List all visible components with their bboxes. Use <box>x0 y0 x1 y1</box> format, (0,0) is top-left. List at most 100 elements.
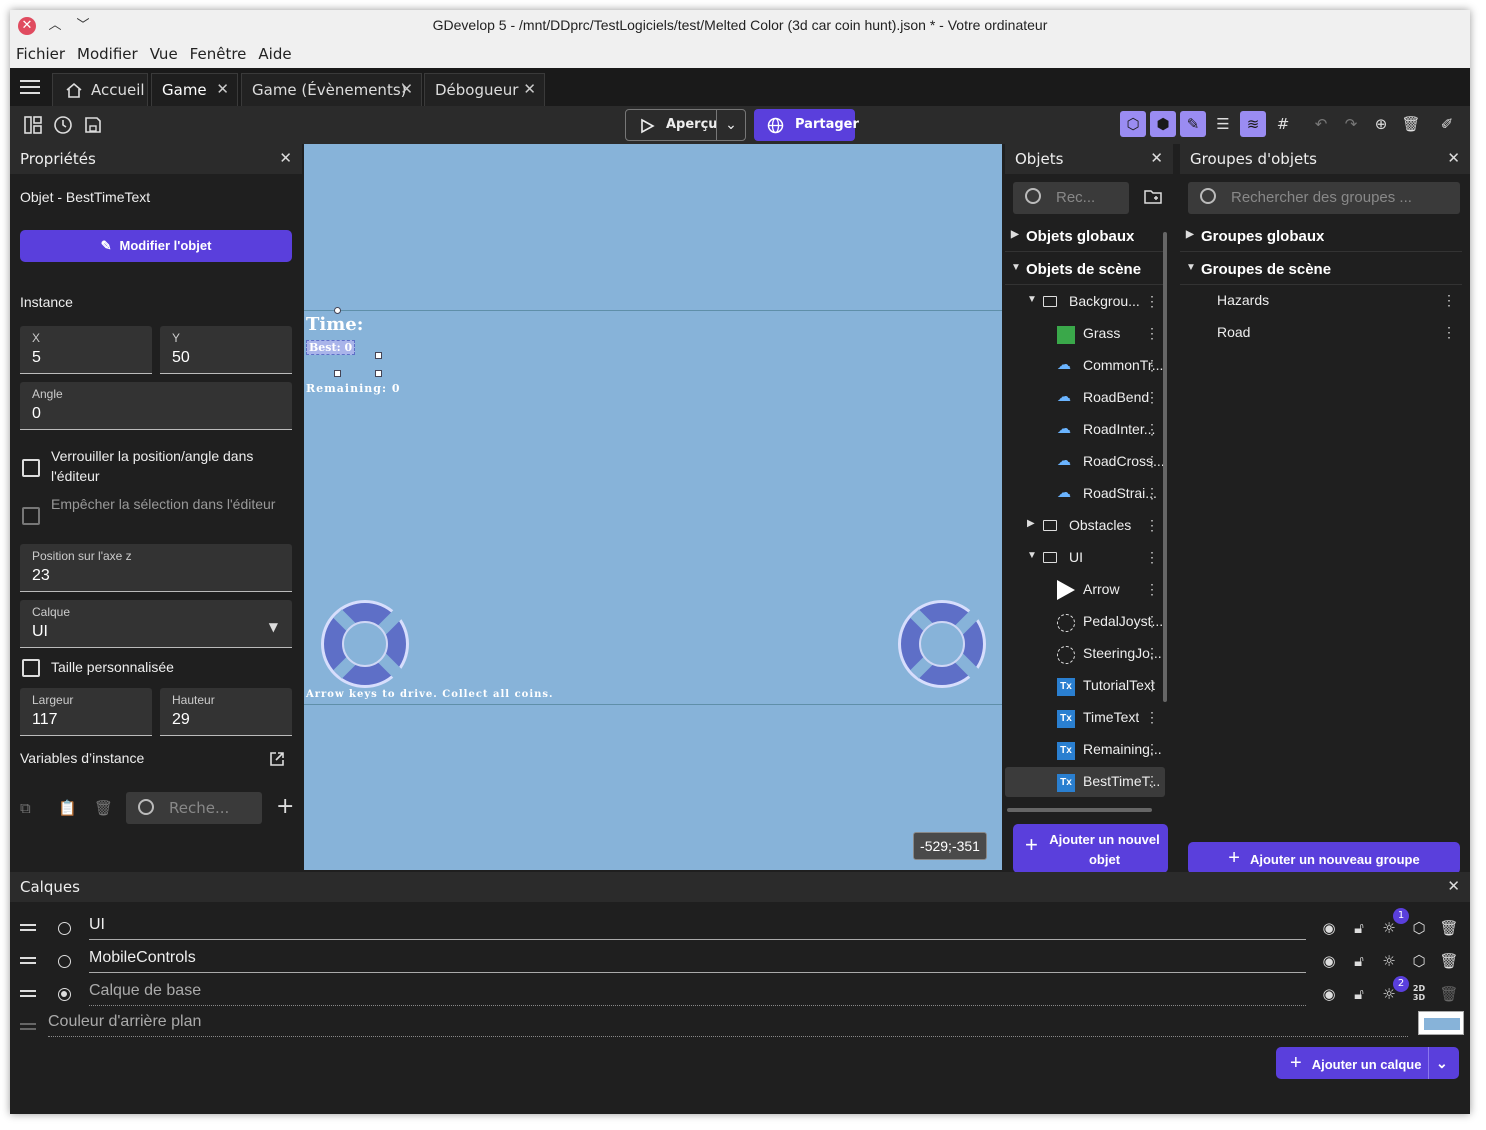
object-item[interactable]: ▼ Backgrou... ⋮ <box>1005 287 1165 317</box>
more-options-icon[interactable]: ⋮ <box>1145 485 1159 502</box>
lock-icon[interactable]: 🔓︎ <box>1349 984 1369 1004</box>
open-external-icon[interactable] <box>268 750 286 768</box>
steering-joystick[interactable] <box>898 600 986 688</box>
resize-handle[interactable] <box>375 352 382 359</box>
more-options-icon[interactable]: ⋮ <box>1145 581 1159 598</box>
edit-object-button[interactable]: ✎ Modifier l'objet <box>20 230 292 262</box>
3d-cube-icon[interactable]: ⬡ <box>1409 918 1429 938</box>
lock-position-checkbox[interactable] <box>22 459 40 477</box>
more-options-icon[interactable]: ⋮ <box>1145 293 1159 310</box>
expand-arrow-icon[interactable]: ▼ <box>1027 550 1037 561</box>
more-options-icon[interactable]: ⋮ <box>1145 517 1159 534</box>
redo-icon[interactable]: ↷ <box>1338 111 1364 137</box>
more-options-icon[interactable]: ⋮ <box>1145 709 1159 726</box>
close-panel-icon[interactable]: ✕ <box>279 149 292 167</box>
time-text[interactable]: Time: <box>306 314 363 335</box>
group-search-input[interactable]: Rechercher des groupes ... <box>1188 182 1460 214</box>
grid-icon[interactable]: # <box>1270 111 1296 137</box>
drag-handle-icon[interactable] <box>20 990 36 1000</box>
menu-window[interactable]: Fenêtre <box>184 42 253 63</box>
object-item[interactable]: ☁ RoadCross... ⋮ <box>1005 447 1165 477</box>
scene-properties-icon[interactable]: ✐ <box>1434 111 1460 137</box>
angle-value[interactable]: 0 <box>32 405 41 423</box>
tab-debugger[interactable]: Débogueur ✕ <box>424 73 545 106</box>
objects-scrollbar[interactable] <box>1163 232 1167 702</box>
more-options-icon[interactable]: ⋮ <box>1145 389 1159 406</box>
width-field[interactable]: Largeur 117 <box>20 688 152 736</box>
best-time-text[interactable]: Best: 0 <box>306 340 356 355</box>
close-panel-icon[interactable]: ✕ <box>1447 877 1460 895</box>
menu-edit[interactable]: Modifier <box>71 42 144 63</box>
more-options-icon[interactable]: ⋮ <box>1145 741 1159 758</box>
add-layer-button[interactable]: + Ajouter un calque ⌄ <box>1276 1047 1459 1079</box>
tab-game[interactable]: Game ✕ <box>151 73 238 106</box>
layer-select[interactable]: Calque UI ▼ <box>20 600 292 648</box>
delete-variable-icon[interactable]: 🗑 <box>94 799 113 817</box>
menu-view[interactable]: Vue <box>144 42 184 63</box>
y-field[interactable]: Y 50 <box>160 326 292 374</box>
more-options-icon[interactable]: ⋮ <box>1442 324 1456 341</box>
object-item[interactable]: ▼ UI ⋮ <box>1005 543 1165 573</box>
visibility-eye-icon[interactable]: ◉ <box>1319 918 1339 938</box>
close-tab-icon[interactable]: ✕ <box>523 80 536 98</box>
x-value[interactable]: 5 <box>32 349 41 367</box>
save-icon[interactable] <box>82 114 104 136</box>
z-value[interactable]: 23 <box>32 567 50 585</box>
more-options-icon[interactable]: ⋮ <box>1145 421 1159 438</box>
delete-layer-icon[interactable]: 🗑 <box>1439 918 1459 938</box>
object-item[interactable]: Arrow ⋮ <box>1005 575 1165 605</box>
lock-icon[interactable]: 🔓︎ <box>1349 951 1369 971</box>
more-options-icon[interactable]: ⋮ <box>1145 325 1159 342</box>
z-order-field[interactable]: Position sur l'axe z 23 <box>20 544 292 592</box>
prevent-selection-checkbox[interactable] <box>22 507 40 525</box>
share-button[interactable]: Partager <box>754 109 859 141</box>
menu-hamburger-icon[interactable] <box>20 80 40 96</box>
more-options-icon[interactable]: ⋮ <box>1145 613 1159 630</box>
more-options-icon[interactable]: ⋮ <box>1145 773 1159 790</box>
menu-file[interactable]: Fichier <box>10 42 71 63</box>
resize-handle[interactable] <box>375 370 382 377</box>
more-options-icon[interactable]: ⋮ <box>1145 645 1159 662</box>
more-options-icon[interactable]: ⋮ <box>1145 549 1159 566</box>
object-item[interactable]: Tx BestTimeT... ⋮ <box>1005 767 1165 797</box>
object-item[interactable]: ▶ Obstacles ⋮ <box>1005 511 1165 541</box>
preview-button[interactable]: Aperçu <box>625 109 718 141</box>
visibility-eye-icon[interactable]: ◉ <box>1319 984 1339 1004</box>
zoom-icon[interactable]: ⊕ <box>1368 111 1394 137</box>
add-variable-icon[interactable]: + <box>276 794 294 819</box>
global-groups-group[interactable]: ▶ Groupes globaux <box>1180 222 1462 252</box>
close-tab-icon[interactable]: ✕ <box>216 80 229 98</box>
add-folder-icon[interactable] <box>1143 188 1163 206</box>
scene-groups-group[interactable]: ▼ Groupes de scène <box>1180 255 1462 285</box>
layer-select-radio[interactable] <box>58 955 71 968</box>
layer-name-input[interactable]: UI <box>89 916 1306 940</box>
object-item[interactable]: Grass ⋮ <box>1005 319 1165 349</box>
delete-layer-icon[interactable]: 🗑 <box>1439 984 1459 1004</box>
width-value[interactable]: 117 <box>32 711 58 729</box>
height-value[interactable]: 29 <box>172 711 190 729</box>
layer-name-input[interactable]: Calque de base <box>89 982 1306 1006</box>
remaining-text[interactable]: Remaining: 0 <box>306 382 401 395</box>
object-item[interactable]: Tx Remaining... ⋮ <box>1005 735 1165 765</box>
object-item[interactable]: PedalJoyst... ⋮ <box>1005 607 1165 637</box>
paste-icon[interactable]: 📋 <box>58 799 77 817</box>
rotate-handle[interactable] <box>334 307 341 314</box>
object-item[interactable]: Tx TutorialText ⋮ <box>1005 671 1165 701</box>
menu-help[interactable]: Aide <box>252 42 297 63</box>
visibility-eye-icon[interactable]: ◉ <box>1319 951 1339 971</box>
object-panel-toggle-icon[interactable]: ⬡ <box>1120 111 1146 137</box>
chevron-down-icon[interactable]: ⌄ <box>1436 1047 1448 1079</box>
add-group-button[interactable]: + Ajouter un nouveau groupe <box>1188 842 1460 874</box>
objects-horizontal-scrollbar[interactable] <box>1007 808 1152 812</box>
object-item[interactable]: ☁ RoadStrai... ⋮ <box>1005 479 1165 509</box>
object-item[interactable]: ☁ RoadInter... ⋮ <box>1005 415 1165 445</box>
tutorial-text[interactable]: Arrow keys to drive. Collect all coins. <box>306 689 554 700</box>
3d-cube-icon[interactable]: ⬡ <box>1409 951 1429 971</box>
scene-objects-group[interactable]: ▼ Objets de scène <box>1005 255 1165 285</box>
lock-icon[interactable]: 🔓︎ <box>1349 918 1369 938</box>
2d-3d-mode-icon[interactable]: 2D 3D <box>1409 984 1429 1004</box>
instances-list-icon[interactable]: ☰ <box>1210 111 1236 137</box>
lighting-sun-icon[interactable]: ☼ <box>1379 951 1399 971</box>
object-search-input[interactable]: Rec... <box>1013 182 1129 214</box>
drag-handle-icon[interactable] <box>20 957 36 967</box>
